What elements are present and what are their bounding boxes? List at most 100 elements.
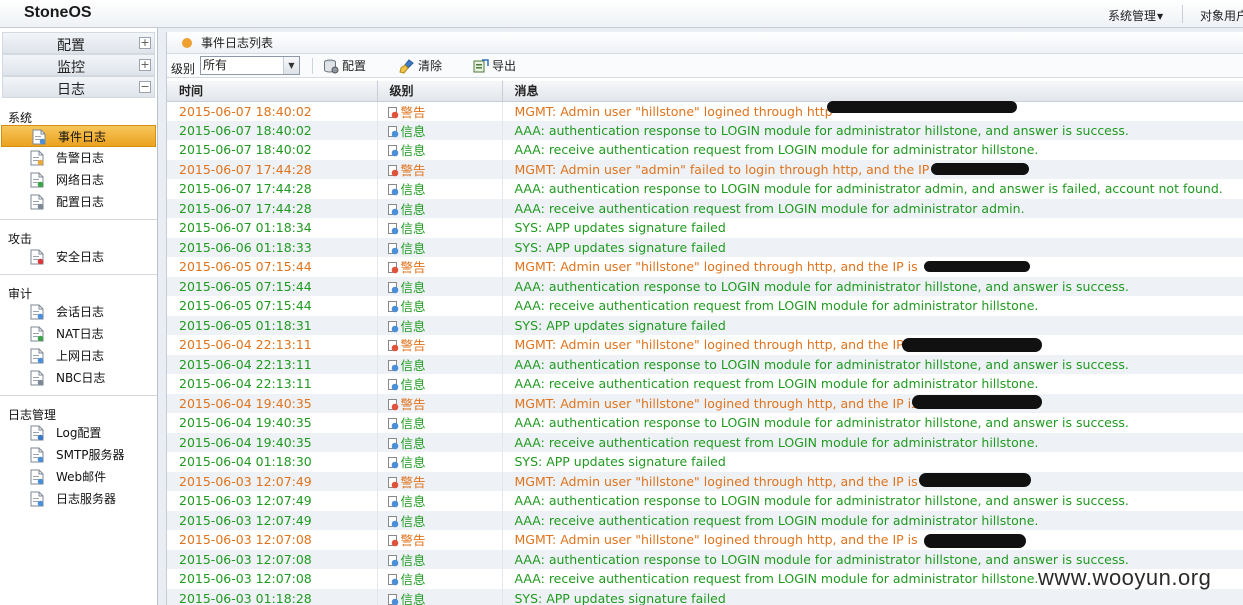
info-icon [387,320,398,333]
cell-time: 2015-06-04 19:40:35 [167,432,378,452]
accordion-config[interactable]: 配置 + [2,32,155,54]
log-document-icon [30,491,44,507]
info-icon [387,496,398,508]
sidebar-item-label: SMTP服务器 [56,448,125,462]
table-row[interactable]: 2015-06-05 07:15:44 警告 MGMT: Admin user "h… [167,257,1243,277]
accordion-label: 监控 [57,60,85,76]
table-row[interactable]: 2015-06-06 01:18:33 信息 SYS: APP updates si… [167,237,1243,257]
info-icon [387,593,398,605]
chevron-down-icon[interactable]: ▼ [283,57,299,74]
export-button[interactable]: 导出 [473,58,516,75]
table-row[interactable]: 2015-06-05 07:15:44 信息 AAA: receive authen… [167,296,1243,316]
sidebar-item[interactable]: 配置日志 [0,191,157,213]
top-bar: StoneOS 系统管理▼ 对象用户 [0,0,1243,28]
table-row[interactable]: 2015-06-07 17:44:28 信息 AAA: receive authen… [167,198,1243,218]
table-row[interactable]: 2015-06-07 18:40:02 信息 AAA: receive authen… [167,140,1243,160]
sidebar-item[interactable]: 事件日志 [1,125,156,147]
accordion-log[interactable]: 日志 − [2,76,155,98]
sidebar-item[interactable]: Log配置 [0,422,157,444]
table-row[interactable]: 2015-06-04 19:40:35 信息 AAA: receive authen… [167,432,1243,452]
info-icon [387,457,398,469]
accordion-label: 日志 [57,82,85,98]
sidebar-item[interactable]: Web邮件 [0,466,157,488]
cell-message: AAA: receive authentication request from… [502,374,1243,394]
collapse-icon[interactable]: − [139,81,151,93]
log-document-icon [30,172,44,188]
expand-icon[interactable]: + [139,37,151,49]
sidebar-item[interactable]: NAT日志 [0,323,157,345]
sidebar-item[interactable]: 日志服务器 [0,488,157,510]
cell-level: 信息 [377,198,503,218]
table-row[interactable]: 2015-06-04 01:18:30 信息 SYS: APP updates si… [167,452,1243,472]
sidebar-item[interactable]: 告警日志 [0,147,157,169]
sidebar-item-label: 上网日志 [56,349,105,363]
level-text: 信息 [400,513,426,529]
table-row[interactable]: 2015-06-03 12:07:49 信息 AAA: authentication… [167,491,1243,511]
column-header-time[interactable]: 时间 [167,81,378,102]
table-row[interactable]: 2015-06-05 07:15:44 信息 AAA: authentication… [167,276,1243,296]
table-row[interactable]: 2015-06-05 01:18:31 信息 SYS: APP updates si… [167,315,1243,335]
status-dot-icon [182,38,192,48]
panel-title: 事件日志列表 [201,36,274,50]
table-row[interactable]: 2015-06-04 22:13:11 信息 AAA: authentication… [167,354,1243,374]
cell-message: MGMT: Admin user "hillstone" logined thr… [502,471,1243,491]
cell-level: 信息 [377,276,503,296]
level-select[interactable]: 所有 ▼ [200,56,300,75]
sidebar-item[interactable]: NBC日志 [0,367,157,389]
nav-divider [0,395,157,396]
cell-time: 2015-06-07 18:40:02 [167,140,378,160]
nav-groups: 系统 事件日志 告警日志 网络日志 配置日志 攻击 安全日志 审计 会话日志 NAT日志 上网日志 N… [0,109,157,510]
accordion-label: 配置 [57,38,85,54]
sidebar-item-label: 告警日志 [56,151,105,165]
level-text: 警告 [400,474,426,490]
table-row[interactable]: 2015-06-07 17:44:28 信息 AAA: authentication… [167,179,1243,199]
cell-message: SYS: APP updates signature failed [502,218,1243,238]
cell-level: 信息 [377,569,503,589]
table-row[interactable]: 2015-06-03 12:07:49 信息 AAA: receive authen… [167,510,1243,530]
info-icon [387,281,398,294]
info-icon [387,125,398,138]
cell-level: 信息 [377,120,503,140]
table-row[interactable]: 2015-06-04 19:40:35 信息 AAA: authentication… [167,413,1243,433]
column-header-message[interactable]: 消息 [502,81,1243,102]
table-row[interactable]: 2015-06-07 18:40:02 警告 MGMT: Admin user "h… [167,101,1243,121]
table-row[interactable]: 2015-06-03 12:07:08 警告 MGMT: Admin user "h… [167,530,1243,550]
export-button-label: 导出 [492,59,517,73]
table-row[interactable]: 2015-06-07 18:40:02 信息 AAA: authentication… [167,120,1243,140]
sidebar-item[interactable]: 上网日志 [0,345,157,367]
level-select-value: 所有 [203,58,228,72]
cell-time: 2015-06-03 12:07:49 [167,491,378,511]
level-text: 信息 [400,572,426,588]
cell-message: AAA: receive authentication request from… [502,432,1243,452]
accordion-monitor[interactable]: 监控 + [2,54,155,76]
object-user-menu[interactable]: 对象用户 [1200,7,1243,24]
table-row[interactable]: 2015-06-07 01:18:34 信息 SYS: APP updates si… [167,218,1243,238]
cell-level: 信息 [377,549,503,569]
system-management-menu[interactable]: 系统管理▼ [1108,7,1163,24]
expand-icon[interactable]: + [139,59,151,71]
table-row[interactable]: 2015-06-07 17:44:28 警告 MGMT: Admin user "a… [167,159,1243,179]
sidebar-item[interactable]: 安全日志 [0,246,157,268]
sidebar-item[interactable]: SMTP服务器 [0,444,157,466]
warning-icon [387,164,398,177]
cell-time: 2015-06-03 01:18:28 [167,588,378,605]
log-document-icon [30,326,44,342]
config-button[interactable]: 配置 [323,58,366,75]
column-header-level[interactable]: 级别 [377,81,503,102]
cell-level: 信息 [377,354,503,374]
cell-level: 警告 [377,257,503,277]
cell-level: 信息 [377,296,503,316]
table-row[interactable]: 2015-06-04 19:40:35 警告 MGMT: Admin user "h… [167,393,1243,413]
table-row[interactable]: 2015-06-04 22:13:11 信息 AAA: receive authen… [167,374,1243,394]
table-row[interactable]: 2015-06-04 22:13:11 警告 MGMT: Admin user "h… [167,335,1243,355]
level-text: 信息 [400,455,426,471]
cell-message: AAA: receive authentication request from… [502,198,1243,218]
level-text: 信息 [400,435,426,451]
table-row[interactable]: 2015-06-03 12:07:49 警告 MGMT: Admin user "h… [167,471,1243,491]
sidebar-item[interactable]: 会话日志 [0,301,157,323]
cell-level: 警告 [377,335,503,355]
sidebar-item-label: 事件日志 [58,130,107,144]
clear-button[interactable]: 清除 [399,58,442,75]
level-text: 警告 [400,338,426,354]
sidebar-item[interactable]: 网络日志 [0,169,157,191]
